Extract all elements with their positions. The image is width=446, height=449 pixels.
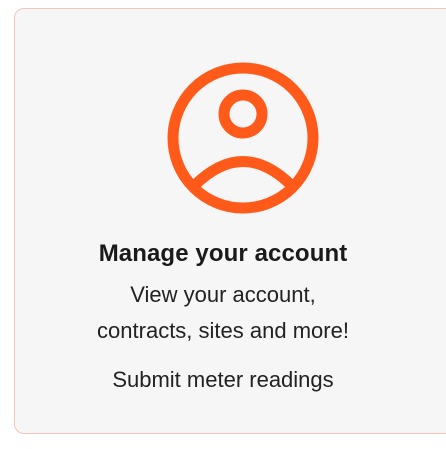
- card-title: Manage your account: [98, 240, 348, 267]
- card-description-line-2: contracts, sites and more!: [97, 318, 349, 343]
- account-user-circle-icon: [161, 56, 325, 220]
- card-description-line-1: View your account,: [130, 282, 316, 307]
- submit-meter-readings-link[interactable]: Submit meter readings: [0, 367, 446, 393]
